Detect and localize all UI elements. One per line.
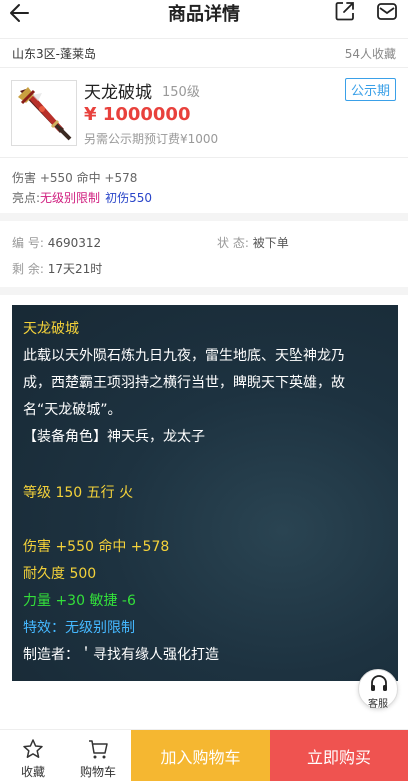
- desc-line: 此载以天外陨石炼九日九夜，雷生地底、天坠神龙乃: [23, 348, 345, 364]
- cart-button[interactable]: 购物车: [66, 730, 130, 781]
- item-id-row: 编 号: 4690312 状 态: 被下单: [12, 230, 289, 256]
- top-nav: 商品详情: [0, 0, 408, 30]
- item-description-panel: 天龙破城 此载以天外陨石炼九日九夜，雷生地底、天坠神龙乃 成，西楚霸王项羽持之横…: [12, 305, 398, 681]
- product-thumbnail[interactable]: [11, 80, 77, 146]
- favorite-button[interactable]: 收藏: [0, 730, 66, 781]
- product-price: ¥ 1000000: [84, 104, 191, 125]
- order-meta: 编 号: 4690312 状 态: 被下单 剩 余: 17天21时: [12, 230, 289, 282]
- item-id-label: 编 号:: [12, 236, 44, 250]
- headset-icon: [371, 675, 387, 691]
- attribute-summary: 伤害 +550 命中 +578 亮点:无级别限制 初伤550: [12, 168, 152, 208]
- status-row: 状 态: 被下单: [217, 230, 289, 256]
- buy-now-button[interactable]: 立即购买: [270, 730, 408, 781]
- remaining-label: 剩 余:: [12, 262, 44, 276]
- back-arrow-icon[interactable]: [8, 0, 32, 26]
- desc-line: 名“天龙破城”。: [23, 402, 122, 418]
- publicity-badge: 公示期: [344, 78, 396, 101]
- server-bar: 山东3区-蓬莱岛 54人收藏: [0, 38, 408, 68]
- star-icon: [23, 739, 43, 758]
- desc-line: 【装备角色】神天兵，龙太子: [23, 429, 205, 445]
- customer-service-button[interactable]: 客服: [358, 669, 398, 710]
- desc-special: 特效：无级别限制: [23, 620, 135, 636]
- favorite-label: 收藏: [20, 765, 45, 779]
- deposit-note: 另需公示期预订费¥1000: [84, 132, 219, 146]
- bottom-action-bar: 收藏 购物车 加入购物车 立即购买: [0, 729, 408, 781]
- desc-level: 等级 150 五行 火: [23, 485, 134, 501]
- product-level: 150级: [162, 85, 200, 100]
- weapon-image: [18, 87, 72, 141]
- stats-line: 伤害 +550 命中 +578: [12, 171, 138, 185]
- desc-durability: 耐久度 500: [23, 566, 97, 582]
- share-icon[interactable]: [334, 0, 356, 22]
- item-id-value: 4690312: [47, 236, 102, 250]
- customer-service-label: 客服: [368, 699, 388, 710]
- section-divider: [0, 213, 408, 221]
- desc-strength: 力量 +30 敏捷 -6: [23, 593, 136, 609]
- product-name: 天龙破城: [84, 83, 152, 103]
- cart-label: 购物车: [79, 765, 116, 779]
- desc-title: 天龙破城: [23, 321, 79, 337]
- section-divider: [0, 287, 408, 295]
- highlight-label: 亮点:: [12, 191, 41, 205]
- desc-maker: 制造者：＇寻找有缘人强化打造: [23, 647, 219, 663]
- highlight-line: 亮点:无级别限制 初伤550: [12, 188, 152, 208]
- desc-damage: 伤害 +550 命中 +578: [23, 539, 170, 555]
- status-label: 状 态:: [217, 236, 249, 250]
- highlight-tag: 无级别限制: [40, 191, 101, 205]
- message-icon[interactable]: [376, 0, 398, 22]
- desc-line: 成，西楚霸王项羽持之横行当世，睥睨天下英雄，故: [23, 375, 345, 391]
- favorite-count: 54人收藏: [344, 46, 396, 61]
- add-to-cart-button[interactable]: 加入购物车: [131, 730, 270, 781]
- page: 商品详情 山东3区-蓬莱岛 54人收藏 天龙破城 150级 公示期 ¥ 1000…: [0, 0, 408, 781]
- product-summary: 天龙破城 150级 公示期 ¥ 1000000 另需公示期预订费¥1000: [0, 68, 408, 158]
- cart-icon: [89, 740, 108, 759]
- highlight-tag: 初伤550: [105, 191, 152, 205]
- status-value: 被下单: [252, 236, 289, 250]
- remaining-row: 剩 余: 17天21时: [12, 256, 102, 282]
- server-name: 山东3区-蓬莱岛: [12, 46, 96, 61]
- remaining-value: 17天21时: [47, 262, 103, 276]
